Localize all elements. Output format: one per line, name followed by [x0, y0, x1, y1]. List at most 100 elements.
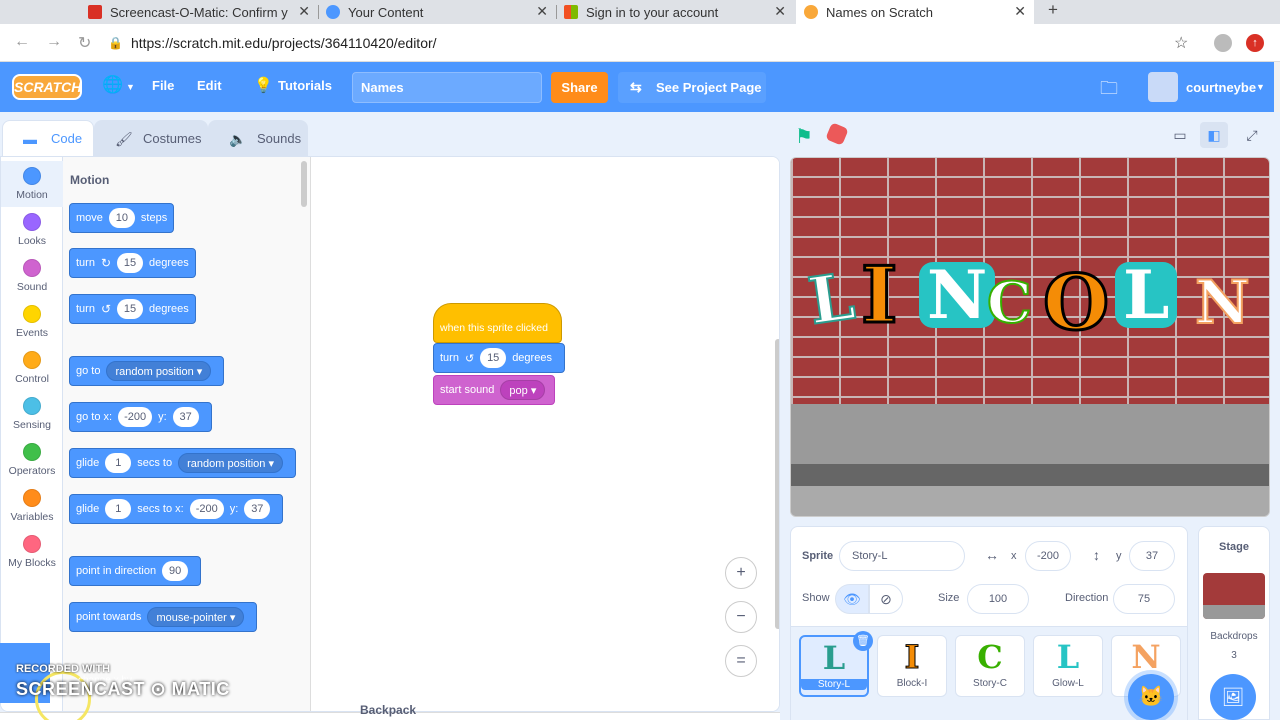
tab-code[interactable]: ▬ Code [2, 120, 94, 156]
script-block-turn[interactable]: turn ↺ 15 degrees [433, 343, 565, 373]
category-sensing[interactable]: Sensing [1, 391, 63, 437]
browser-tab-screencast[interactable]: Screencast-O-Matic: Confirm y ✕ [80, 0, 319, 24]
category-looks[interactable]: Looks [1, 207, 63, 253]
sprite-letter[interactable]: I [860, 249, 899, 343]
project-title-input[interactable]: Names [352, 72, 542, 103]
block-dropdown[interactable]: random position ▾ [178, 453, 283, 473]
share-button[interactable]: Share [551, 72, 608, 103]
close-icon[interactable]: ✕ [298, 3, 310, 20]
block-input[interactable]: 15 [480, 348, 507, 368]
forward-icon[interactable]: → [46, 33, 62, 51]
block-when-sprite-clicked[interactable]: when this sprite clicked [433, 303, 562, 343]
palette-scrollbar[interactable] [301, 161, 307, 207]
block-glide-to[interactable]: glide 1 secs to random position ▾ [69, 448, 296, 478]
sprite-letter[interactable]: O [1041, 257, 1110, 349]
scratch-logo[interactable]: SCRATCH [12, 74, 82, 100]
block-glide-xy[interactable]: glide 1 secs to x: -200 y: 37 [69, 494, 284, 524]
sprite-letter[interactable]: C [986, 269, 1033, 337]
direction-input[interactable]: 75 [1113, 584, 1175, 614]
block-dropdown[interactable]: random position ▾ [106, 361, 212, 381]
reload-icon[interactable]: ↻ [78, 33, 91, 53]
category-my-blocks[interactable]: My Blocks [1, 529, 63, 575]
script-area[interactable] [312, 157, 779, 711]
size-input[interactable]: 100 [967, 584, 1029, 614]
browser-tab-your-content[interactable]: Your Content ✕ [318, 0, 557, 24]
file-menu[interactable]: File [152, 78, 174, 93]
block-go-to-xy[interactable]: go to x: -200 y: 37 [69, 402, 212, 432]
tutorials-menu[interactable]: Tutorials [278, 78, 332, 93]
show-visible-icon[interactable]: 👁 [835, 584, 869, 614]
add-backdrop-button[interactable]: 🖼 [1210, 674, 1256, 720]
palette-title: Motion [70, 173, 110, 187]
category-motion[interactable]: Motion [1, 161, 63, 207]
category-operators[interactable]: Operators [1, 437, 63, 483]
workspace-vertical-scrollbar[interactable] [775, 339, 779, 629]
category-sound[interactable]: Sound [1, 253, 63, 299]
sprite-tile-story-l[interactable]: L Story-L 🗑 [799, 631, 873, 697]
block-input[interactable]: 1 [105, 499, 132, 519]
sprite-tile-block-i[interactable]: I Block-I [877, 635, 947, 697]
sprite-tile-story-c[interactable]: C Story-C [955, 635, 1025, 697]
sprite-letter[interactable]: L [1115, 262, 1178, 328]
avatar[interactable] [1148, 72, 1178, 102]
x-input[interactable]: -200 [1025, 541, 1071, 571]
block-turn-right[interactable]: turn ↻ 15 degrees [69, 248, 196, 278]
username[interactable]: courtneybe [1186, 80, 1256, 95]
add-sprite-button[interactable]: 🐱 [1128, 674, 1174, 720]
block-point-towards[interactable]: point towards mouse-pointer ▾ [69, 602, 258, 632]
chevron-down-icon[interactable]: ▼ [1256, 82, 1265, 92]
block-go-to[interactable]: go to random position ▾ [69, 356, 225, 386]
see-project-page-button[interactable]: ⇆ See Project Page [618, 72, 766, 103]
zoom-reset-button[interactable]: = [725, 645, 757, 677]
sprite-letter[interactable]: N [1194, 267, 1251, 339]
block-input[interactable]: 1 [105, 453, 132, 473]
new-tab-icon[interactable]: + [1048, 0, 1058, 20]
block-move-steps[interactable]: move 10 steps [69, 203, 175, 233]
block-point-in-direction[interactable]: point in direction 90 [69, 556, 202, 586]
edit-menu[interactable]: Edit [197, 78, 222, 93]
block-input[interactable]: 37 [244, 499, 271, 519]
close-icon[interactable]: ✕ [536, 3, 548, 20]
profile-icon[interactable] [1214, 34, 1232, 52]
bookmark-star-icon[interactable]: ☆ [1174, 33, 1188, 53]
y-input[interactable]: 37 [1129, 541, 1175, 571]
block-input[interactable]: 15 [117, 299, 144, 319]
folder-icon[interactable]: 🗀 [1100, 76, 1118, 106]
block-input[interactable]: -200 [118, 407, 153, 427]
tab-costumes[interactable]: 🖌 Costumes [94, 120, 208, 156]
sprite-letter[interactable]: N [919, 262, 996, 328]
zoom-out-button[interactable]: − [725, 601, 757, 633]
tab-sounds[interactable]: 🔈 Sounds [208, 120, 308, 156]
small-stage-icon[interactable]: ▭ [1166, 122, 1194, 148]
browser-tab-sign-in[interactable]: Sign in to your account ✕ [556, 0, 794, 24]
category-control[interactable]: Control [1, 345, 63, 391]
update-icon[interactable]: ↑ [1246, 34, 1264, 52]
block-input[interactable]: 90 [162, 561, 189, 581]
block-dropdown[interactable]: mouse-pointer ▾ [147, 607, 245, 627]
close-icon[interactable]: ✕ [1014, 3, 1026, 20]
sprite-name-input[interactable]: Story-L [839, 541, 965, 571]
trash-icon[interactable]: 🗑 [853, 631, 873, 651]
stop-icon[interactable] [825, 122, 849, 146]
browser-tab-names-on-scratch[interactable]: Names on Scratch ✕ [796, 0, 1034, 24]
category-events[interactable]: Events [1, 299, 63, 345]
stage[interactable]: L I N C O L N [790, 157, 1270, 517]
block-input[interactable]: 37 [172, 407, 199, 427]
script-block-start-sound[interactable]: start sound pop ▾ [433, 375, 555, 405]
block-turn-left[interactable]: turn ↺ 15 degrees [69, 294, 196, 324]
block-dropdown[interactable]: pop ▾ [500, 380, 546, 400]
back-icon[interactable]: ← [14, 33, 30, 51]
close-icon[interactable]: ✕ [774, 3, 786, 20]
sprite-tile-glow-l[interactable]: L Glow-L [1033, 635, 1103, 697]
hide-icon[interactable]: ⊘ [869, 584, 903, 614]
block-input[interactable]: -200 [189, 499, 224, 519]
globe-icon[interactable]: 🌐 [102, 75, 123, 95]
block-input[interactable]: 15 [117, 253, 144, 273]
fullscreen-icon[interactable]: ⤢ [1238, 122, 1266, 148]
url-field[interactable]: 🔒 https://scratch.mit.edu/projects/36411… [108, 29, 1208, 57]
normal-stage-icon[interactable]: ◧ [1200, 122, 1228, 148]
block-input[interactable]: 10 [108, 208, 135, 228]
category-variables[interactable]: Variables [1, 483, 63, 529]
green-flag-icon[interactable]: ⚑ [795, 124, 813, 149]
zoom-in-button[interactable]: + [725, 557, 757, 589]
